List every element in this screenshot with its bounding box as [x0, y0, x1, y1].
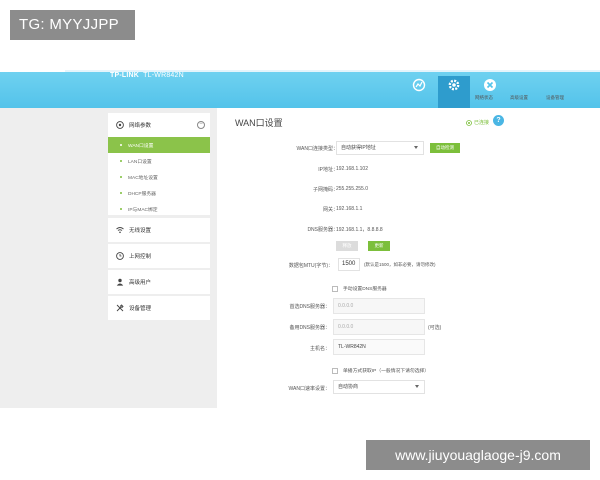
sidebar-subitem-dhcp[interactable]: DHCP服务器	[108, 185, 210, 201]
mtu-hint: (默认是1500，如非必要，请勿修改)	[364, 262, 436, 267]
sidebar-item-access-control[interactable]: 上网控制	[108, 244, 210, 268]
bullet-icon	[120, 160, 122, 162]
watermark-top-left: TG: MYYJJPP	[10, 10, 135, 40]
sidebar-group-network: 网络参数 − WAN口设置 LAN口设置 MAC地址设置 DHCP服务器 IP与…	[108, 113, 210, 215]
sidebar-item-label: 无线设置	[129, 228, 152, 234]
network-status-icon	[412, 78, 426, 92]
secondary-dns-label: 备用DNS服务器：	[289, 325, 330, 331]
hostname-label: 主机名：	[309, 346, 330, 352]
sidebar-item-device-management[interactable]: 设备管理	[108, 296, 210, 320]
sidebar-item-wireless[interactable]: 无线设置	[108, 218, 210, 242]
chevron-down-icon	[415, 385, 419, 388]
checkbox-icon	[332, 367, 338, 374]
secondary-dns-input[interactable]: 0.0.0.0	[333, 319, 425, 335]
sidebar-subitem-label: IP与MAC绑定	[128, 207, 158, 213]
wifi-icon	[116, 227, 124, 234]
user-icon	[116, 278, 124, 286]
gear-icon	[448, 79, 460, 91]
primary-dns-label: 首选DNS服务器：	[289, 304, 330, 310]
nav-device-management[interactable]: 设备管理	[474, 78, 564, 108]
wan-speed-label: WAN口速率设置：	[288, 386, 330, 392]
sidebar-subitem-label: LAN口设置	[128, 159, 152, 165]
dns-value: 192.168.1.1，8.8.8.8	[336, 227, 383, 233]
tools-icon	[116, 304, 124, 312]
top-header: TP-LINK TL-WR842N 网络状态 高级设置 设备管理	[0, 72, 600, 108]
mask-value: 255.255.255.0	[336, 186, 368, 192]
sidebar-subitem-label: DHCP服务器	[128, 191, 156, 197]
unicast-check-label: 单播方式获取IP（一般情况下请勿选择）	[343, 369, 430, 374]
status-icon	[466, 119, 472, 126]
sidebar-subitem-ipmac[interactable]: IP与MAC绑定	[108, 201, 210, 217]
wan-speed-select[interactable]: 自动协商	[333, 380, 425, 394]
manual-dns-check-label: 手动设置DNS服务器	[343, 287, 387, 292]
bullet-icon	[120, 144, 122, 146]
gateway-label: 网关：	[322, 207, 338, 213]
page-title: WAN口设置	[235, 118, 283, 128]
conn-type-label: WAN口连接类型：	[296, 146, 338, 152]
mtu-input[interactable]: 1500	[338, 258, 360, 271]
ip-label: IP地址：	[318, 167, 338, 173]
close-icon	[484, 79, 496, 91]
secondary-dns-optional: (可选)	[428, 325, 442, 331]
sidebar-item-advanced-user[interactable]: 高级用户	[108, 270, 210, 294]
primary-dns-input[interactable]: 0.0.0.0	[333, 298, 425, 314]
nav-advanced-settings[interactable]: 高级设置	[438, 76, 528, 108]
bullet-icon	[120, 208, 122, 210]
bullet-icon	[120, 192, 122, 194]
connection-status-link[interactable]: 已连接	[466, 119, 489, 126]
sidebar-item-label: 网络参数	[129, 123, 152, 129]
sidebar-subitem-label: WAN口设置	[128, 143, 154, 149]
conn-type-select[interactable]: 自动获得IP地址	[336, 141, 424, 155]
help-button[interactable]: ?	[493, 115, 504, 126]
gateway-value: 192.168.1.1	[336, 206, 363, 212]
sidebar-subitem-mac[interactable]: MAC地址设置	[108, 169, 210, 185]
control-icon	[116, 252, 124, 260]
checkbox-icon	[332, 285, 338, 292]
network-icon	[116, 121, 124, 129]
collapse-icon[interactable]: −	[197, 121, 205, 129]
sidebar-subitem-lan[interactable]: LAN口设置	[108, 153, 210, 169]
bullet-icon	[120, 176, 122, 178]
manual-dns-checkbox[interactable]: 手动设置DNS服务器	[332, 285, 387, 292]
nav-label: 设备管理	[546, 95, 564, 100]
wan-speed-value: 自动协商	[338, 384, 359, 390]
sidebar-item-label: 上网控制	[129, 254, 152, 260]
ip-value: 192.168.1.102	[336, 166, 368, 172]
sidebar-item-label: 高级用户	[129, 280, 152, 286]
mask-label: 子网掩码：	[312, 187, 338, 193]
sidebar-subitem-label: MAC地址设置	[128, 175, 158, 181]
mtu-label: 数据包MTU(字节)：	[288, 263, 333, 269]
auto-detect-button[interactable]: 自动检测	[430, 143, 460, 153]
sidebar-subitem-wan[interactable]: WAN口设置	[108, 137, 210, 153]
dns-label: DNS服务器：	[307, 227, 338, 233]
chevron-down-icon	[414, 146, 418, 149]
unicast-checkbox[interactable]: 单播方式获取IP（一般情况下请勿选择）	[332, 367, 429, 374]
nav-network-status[interactable]: 网络状态	[403, 78, 493, 108]
hostname-input[interactable]: TL-WR842N	[333, 339, 425, 355]
watermark-bottom-right: www.jiuyouaglaoge-j9.com	[366, 440, 590, 470]
renew-button[interactable]: 更新	[368, 241, 390, 251]
release-button[interactable]: 释放	[336, 241, 358, 251]
brand-logo: TP-LINK TL-WR842N	[110, 72, 184, 79]
brand-model: TL-WR842N	[143, 72, 184, 79]
conn-type-value: 自动获得IP地址	[341, 145, 376, 151]
connection-status-text: 已连接	[474, 120, 490, 126]
sidebar-item-network[interactable]: 网络参数 −	[108, 113, 210, 137]
sidebar-item-label: 设备管理	[129, 306, 152, 312]
brand-name: TP-LINK	[110, 72, 140, 79]
